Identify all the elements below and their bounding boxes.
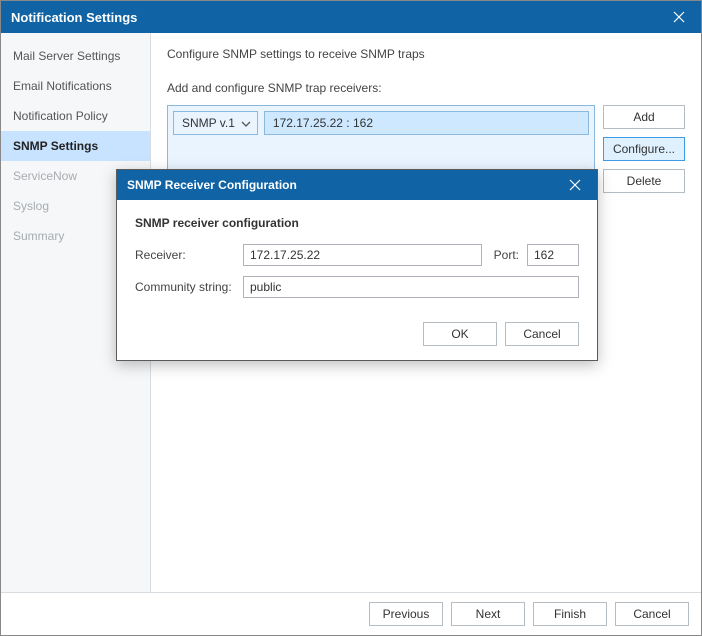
window-title: Notification Settings (11, 10, 137, 25)
delete-button[interactable]: Delete (603, 169, 685, 193)
wizard-footer: Previous Next Finish Cancel (1, 592, 701, 635)
dialog-heading: SNMP receiver configuration (135, 216, 579, 230)
chevron-down-icon (241, 116, 251, 130)
port-label: Port: (494, 248, 519, 262)
dialog-title: SNMP Receiver Configuration (127, 178, 297, 192)
sidebar-item-mail-server[interactable]: Mail Server Settings (1, 41, 150, 71)
dialog-cancel-button[interactable]: Cancel (505, 322, 579, 346)
protocol-value: SNMP v.1 (182, 116, 235, 130)
section-label: Add and configure SNMP trap receivers: (167, 81, 685, 95)
dialog-footer: OK Cancel (135, 308, 579, 346)
receiver-label: Receiver: (135, 248, 235, 262)
sidebar-item-email-notifications[interactable]: Email Notifications (1, 71, 150, 101)
content-description: Configure SNMP settings to receive SNMP … (167, 47, 685, 61)
receiver-input[interactable] (243, 244, 482, 266)
community-input[interactable] (243, 276, 579, 298)
sidebar-item-notification-policy[interactable]: Notification Policy (1, 101, 150, 131)
action-column: Add Configure... Delete (603, 105, 685, 193)
dialog-titlebar: SNMP Receiver Configuration (117, 170, 597, 200)
previous-button[interactable]: Previous (369, 602, 443, 626)
dialog-body: SNMP receiver configuration Receiver: Po… (117, 200, 597, 360)
protocol-dropdown[interactable]: SNMP v.1 (173, 111, 258, 135)
close-icon[interactable] (667, 5, 691, 29)
configure-button[interactable]: Configure... (603, 137, 685, 161)
snmp-receiver-dialog: SNMP Receiver Configuration SNMP receive… (116, 169, 598, 361)
add-button[interactable]: Add (603, 105, 685, 129)
window-titlebar: Notification Settings (1, 1, 701, 33)
community-label: Community string: (135, 280, 235, 294)
sidebar-item-snmp-settings[interactable]: SNMP Settings (1, 131, 150, 161)
community-field-row: Community string: (135, 276, 579, 298)
finish-button[interactable]: Finish (533, 602, 607, 626)
dialog-close-icon[interactable] (563, 173, 587, 197)
receiver-field-row: Receiver: Port: (135, 244, 579, 266)
cancel-button[interactable]: Cancel (615, 602, 689, 626)
port-input[interactable] (527, 244, 579, 266)
ok-button[interactable]: OK (423, 322, 497, 346)
receiver-display[interactable]: 172.17.25.22 : 162 (264, 111, 589, 135)
next-button[interactable]: Next (451, 602, 525, 626)
